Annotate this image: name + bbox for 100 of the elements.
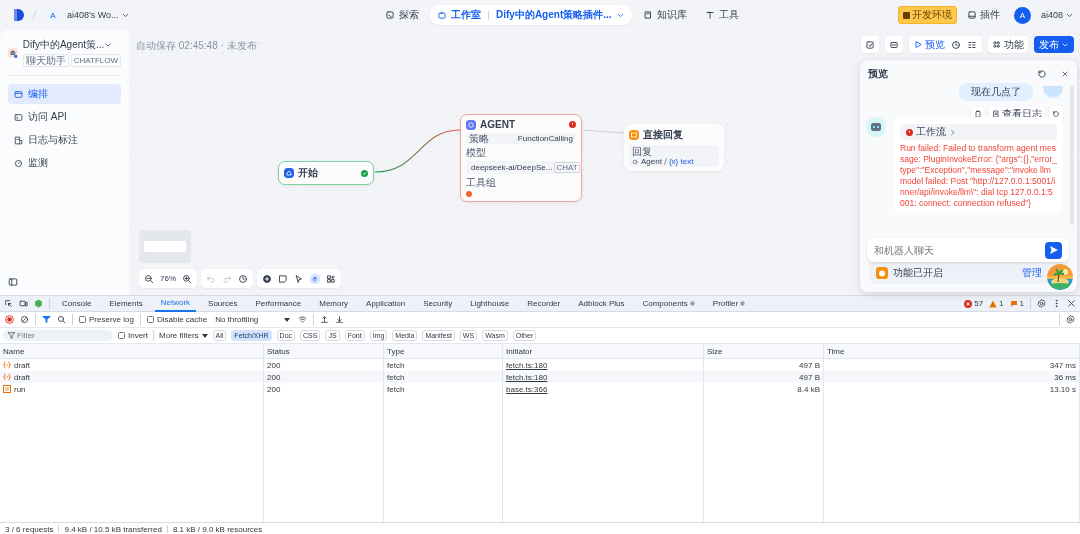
devtools-tab[interactable]: Profiler <box>706 295 752 312</box>
devtools-tab[interactable]: Sources <box>202 295 244 312</box>
record-icon[interactable] <box>5 315 14 324</box>
user-avatar[interactable]: A <box>1013 6 1031 24</box>
mode-tag: CHAT <box>554 162 580 173</box>
zoom-out-icon[interactable] <box>144 273 154 284</box>
checkbox-label: Disable cache <box>156 315 208 324</box>
issue-count[interactable]: 1 <box>1009 299 1024 308</box>
agent-node[interactable]: AGENT 策略 FunctionCalling 模型 deepseek-ai/DeepSe... CHAT 工具组 <box>460 114 582 202</box>
settings-icon[interactable] <box>1037 299 1046 308</box>
device-icon[interactable] <box>19 299 28 308</box>
nav-tab[interactable]: 工具 <box>697 5 746 25</box>
close-icon[interactable] <box>1067 299 1076 308</box>
column-header[interactable]: Initiator <box>503 344 704 359</box>
inspect-icon[interactable] <box>4 299 13 308</box>
hand-icon[interactable] <box>310 273 320 284</box>
list-icon[interactable] <box>967 39 977 50</box>
devtools-tab[interactable]: Components <box>636 295 701 312</box>
devtools-tab[interactable]: Elements <box>103 295 149 312</box>
add-node-icon[interactable] <box>262 273 272 284</box>
features-button[interactable]: 功能 <box>988 36 1028 53</box>
refresh-icon[interactable] <box>1037 69 1047 79</box>
field-label: 回复 <box>632 146 653 157</box>
field-value: FunctionCalling <box>517 134 573 143</box>
plugins-button[interactable]: 插件 <box>966 8 1000 22</box>
node-title: 直接回复 <box>643 128 683 142</box>
wifi-icon[interactable] <box>298 315 308 324</box>
initiator-link[interactable]: fetch.ts:180 <box>503 371 704 383</box>
download-icon[interactable] <box>335 315 345 324</box>
checkbox[interactable] <box>79 316 86 323</box>
more-filters-dropdown[interactable]: More filters <box>159 331 208 340</box>
env-button[interactable] <box>885 36 903 53</box>
history-icon[interactable] <box>951 39 961 50</box>
column-header[interactable]: Size <box>704 344 824 359</box>
features-status: 功能已开启 <box>893 266 943 280</box>
checkbox[interactable] <box>118 332 125 339</box>
pointer-icon[interactable] <box>294 273 304 284</box>
user-menu[interactable]: ai408 <box>1040 10 1074 20</box>
user-message: 现在几点了 <box>959 83 1033 101</box>
search-icon[interactable] <box>57 315 66 324</box>
node-title: AGENT <box>480 119 515 130</box>
close-icon[interactable] <box>1061 70 1069 78</box>
publish-button[interactable]: 发布 <box>1034 36 1074 53</box>
clear-icon[interactable] <box>20 315 29 324</box>
initiator-link[interactable]: base.ts:366 <box>503 383 704 395</box>
compass-icon <box>385 10 395 20</box>
devtools-tab[interactable]: Memory <box>313 295 355 312</box>
nav-tab[interactable]: 工作室 Dify中的Agent策略插件... <box>430 5 632 25</box>
devtools-tab[interactable]: Application <box>360 295 412 312</box>
column-header[interactable]: Status <box>264 344 384 359</box>
dot-icon <box>740 301 746 306</box>
column-header[interactable]: Type <box>384 344 503 359</box>
error-count[interactable]: 57 <box>964 299 984 308</box>
panel-title: 预览 <box>868 67 888 81</box>
filter-icon <box>8 332 15 339</box>
settings-icon[interactable] <box>1066 315 1075 324</box>
devtools-tab[interactable]: Security <box>417 295 459 312</box>
devtools-tab[interactable]: Performance <box>249 295 308 312</box>
zoom-in-icon[interactable] <box>182 273 192 284</box>
note-icon[interactable] <box>278 273 288 284</box>
table-cell[interactable]: draft <box>0 371 264 383</box>
sidebar-item[interactable]: 编排 <box>8 84 121 104</box>
workflow-status[interactable]: 工作流 <box>900 124 1057 140</box>
column-header[interactable]: Time <box>824 344 1080 359</box>
book-icon <box>642 10 653 20</box>
checkbox[interactable] <box>146 316 154 323</box>
table-cell[interactable]: run <box>0 383 264 395</box>
devtools-tab[interactable]: Network <box>154 295 197 312</box>
table-cell: 497 B <box>704 371 824 383</box>
throttling-dropdown[interactable]: No throttling <box>213 315 293 324</box>
start-node[interactable]: 开始 <box>278 161 374 185</box>
manage-link[interactable]: 管理 <box>1022 266 1042 280</box>
chat-input[interactable]: 和机器人聊天 <box>867 238 1069 262</box>
nav-tab[interactable]: 知识库 <box>635 5 694 25</box>
panel-icon[interactable] <box>8 277 18 287</box>
sidebar-item[interactable]: 日志与标注 <box>8 130 121 150</box>
warning-icon <box>466 191 472 197</box>
logo-icon <box>14 9 24 21</box>
answer-node[interactable]: 直接回复 回复 Agent {x} text <box>624 124 724 171</box>
nav-tab[interactable]: 探索 <box>378 5 426 25</box>
upload-icon[interactable] <box>320 315 330 324</box>
app-name[interactable]: Dify中的Agent策略插件... <box>496 8 612 22</box>
warning-count[interactable]: 1 <box>989 299 1004 308</box>
app-name-button[interactable]: Dify中的Agent策... <box>22 38 113 52</box>
checklist-button[interactable] <box>861 36 879 53</box>
devtools-tab[interactable]: Lighthouse <box>464 295 516 312</box>
zoom-level[interactable]: 76% <box>160 274 176 283</box>
history-icon[interactable] <box>238 273 248 284</box>
robot-icon <box>437 10 447 20</box>
devtools-tab[interactable]: Console <box>56 295 98 312</box>
devtools-tab[interactable]: Adblock Plus <box>572 295 631 312</box>
workspace-switcher[interactable]: ai408's Wo... <box>67 10 130 20</box>
layout-icon[interactable] <box>326 273 336 284</box>
filter-field[interactable]: Filter <box>3 330 113 341</box>
column-header[interactable]: Name <box>0 344 264 359</box>
devtools-tab[interactable]: Recorder <box>521 295 567 312</box>
filter-icon[interactable] <box>42 315 51 324</box>
sidebar-item[interactable]: 监测 <box>8 153 121 173</box>
more-icon[interactable] <box>1052 299 1061 308</box>
sidebar-item[interactable]: 访问 API <box>8 107 121 127</box>
